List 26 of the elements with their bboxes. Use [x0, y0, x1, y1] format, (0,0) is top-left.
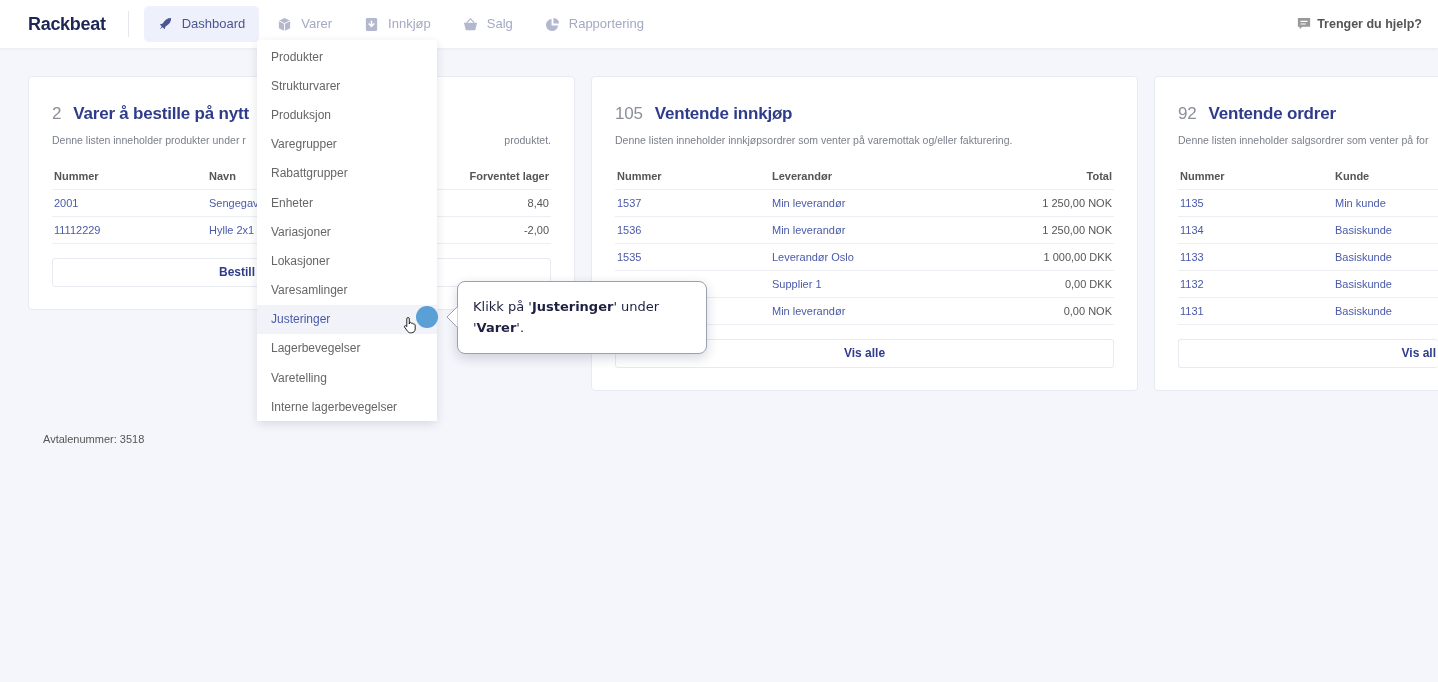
table-cell: -2,00: [523, 223, 549, 236]
count-label: 105: [615, 103, 643, 125]
table-cell: 1 250,00 NOK: [1042, 223, 1112, 236]
table-cell: 1 250,00 NOK: [1042, 196, 1112, 209]
column-header: Total: [955, 164, 1114, 190]
column-header: Kunde: [1333, 164, 1438, 190]
column-header: Leverandør: [770, 164, 956, 190]
table-cell: 1 000,00 DKK: [1043, 250, 1112, 263]
logo: Rackbeat: [28, 12, 106, 36]
card-description: Denne listen inneholder salgsordrer som venter på for: [1178, 132, 1429, 148]
column-header: Nummer: [1178, 164, 1333, 190]
card-title: Ventende innkjøp: [654, 103, 793, 125]
table-cell: 0,00 NOK: [1063, 304, 1112, 317]
card-title: Varer å bestille på nytt: [73, 103, 249, 125]
table-cell: 8,40: [527, 196, 549, 209]
count-label: 92: [1178, 103, 1197, 125]
column-header: Nummer: [615, 164, 770, 190]
card-description: Denne listen inneholder innkjøpsordrer som venter på varemottak og/eller fakturering.: [615, 132, 1013, 148]
card-description: produktet.: [504, 132, 551, 148]
card-description: Denne listen inneholder produkter under r: [52, 132, 246, 148]
card-title: Ventende ordrer: [1208, 103, 1336, 125]
tooltip-text: Klikk på 'Justeringer' under 'Varer'.: [473, 299, 660, 335]
table-cell: 0,00 DKK: [1064, 277, 1112, 290]
count-label: 2: [52, 103, 62, 125]
agreement-number: Avtalenummer: 3518: [43, 431, 146, 447]
column-header: Nummer: [52, 164, 207, 190]
